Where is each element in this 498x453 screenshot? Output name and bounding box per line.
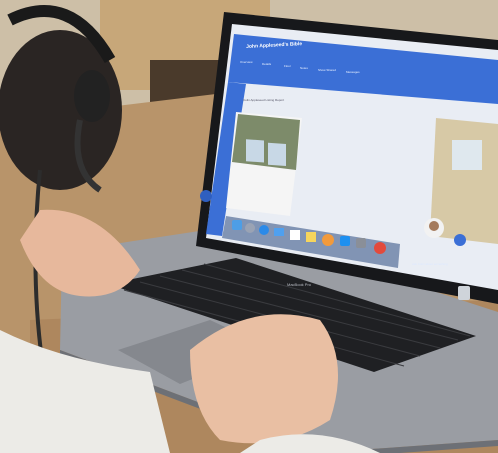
photo-window-2 [268,142,286,166]
safari-icon[interactable] [259,225,269,235]
tab-details[interactable]: Details [262,62,271,66]
appstore-icon[interactable] [340,236,350,246]
chat-action-button[interactable] [454,234,466,246]
tab-messages[interactable]: Messages [346,70,360,74]
mail-icon[interactable] [274,228,284,236]
tab-show-shared[interactable]: Show Shared [318,68,336,72]
launchpad-icon[interactable] [245,223,255,233]
settings-icon[interactable] [356,238,366,248]
chrome-icon[interactable] [374,242,386,254]
photo-window [246,139,264,163]
photo-scene [0,0,498,453]
trash-icon[interactable] [458,286,470,300]
tab-notes[interactable]: Notes [300,66,308,70]
listing-photo [232,114,300,170]
photos-icon[interactable] [322,234,334,246]
listing-header: Colin Appleseed Listing Report [243,98,285,102]
finder-icon[interactable] [232,220,242,230]
dock-chat-label: Ask Colin about something [412,262,448,266]
tab-overview[interactable]: Overview [240,60,253,64]
headset-earcup [74,70,110,122]
laptop-brand-label: MacBook Pro [287,282,312,287]
tab-floor[interactable]: Floor [284,64,291,68]
chat-avatar-face [429,221,439,231]
calendar-icon[interactable] [290,230,300,240]
notes-icon[interactable] [306,232,316,242]
right-photo-window [452,140,482,170]
floating-action-button[interactable] [200,190,212,202]
